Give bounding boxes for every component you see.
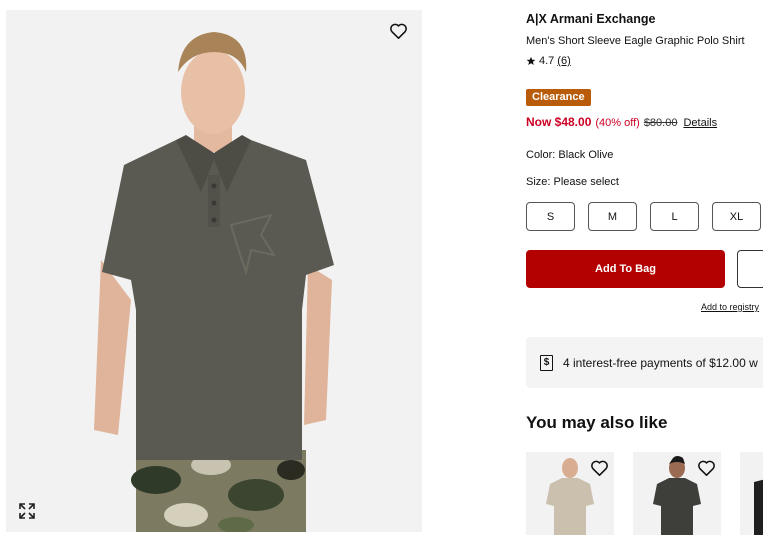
recommendation-card[interactable] <box>740 452 763 535</box>
clearance-badge: Clearance <box>526 89 591 106</box>
price-block: Now $48.00 (40% off) $80.00 Details <box>526 115 717 129</box>
size-option-s[interactable]: S <box>526 202 575 231</box>
recommendation-card[interactable] <box>526 452 614 535</box>
product-image <box>6 10 422 532</box>
review-count-link[interactable]: (6) <box>557 55 570 67</box>
original-price: $80.00 <box>643 117 678 129</box>
rating-value: 4.7 <box>539 55 555 67</box>
recommendations-title: You may also like <box>526 413 668 432</box>
recommendation-favorite-button[interactable] <box>694 455 718 479</box>
expand-icon <box>19 503 35 519</box>
add-to-bag-button[interactable]: Add To Bag <box>526 250 725 288</box>
discount-percent: (40% off) <box>595 117 640 129</box>
size-label: Size: Please select <box>526 176 619 188</box>
heart-icon <box>697 460 715 476</box>
recommendation-card[interactable] <box>633 452 721 535</box>
star-icon <box>526 56 536 65</box>
dollar-sign-icon: $ <box>540 354 553 371</box>
sale-price: Now $48.00 <box>526 115 592 129</box>
favorite-button[interactable] <box>386 18 410 42</box>
recommendation-favorite-button[interactable] <box>587 455 611 479</box>
secondary-action-button[interactable] <box>737 250 763 288</box>
add-to-registry-link[interactable]: Add to registry <box>701 302 759 312</box>
rating[interactable]: 4.7 (6) <box>526 55 571 67</box>
expand-image-button[interactable] <box>18 502 38 522</box>
size-selector: S M L XL <box>526 202 761 231</box>
color-label: Color: Black Olive <box>526 149 614 161</box>
brand-name[interactable]: A|X Armani Exchange <box>526 12 655 26</box>
installment-text: 4 interest-free payments of $12.00 w <box>563 355 758 370</box>
size-option-xl[interactable]: XL <box>712 202 761 231</box>
heart-icon <box>389 23 407 39</box>
product-title: Men's Short Sleeve Eagle Graphic Polo Sh… <box>526 35 745 47</box>
product-image-gallery[interactable] <box>6 10 422 532</box>
recommendation-image <box>740 452 763 535</box>
heart-icon <box>590 460 608 476</box>
price-details-link[interactable]: Details <box>683 117 717 129</box>
size-option-m[interactable]: M <box>588 202 637 231</box>
product-info-panel: A|X Armani Exchange Men's Short Sleeve E… <box>526 0 763 535</box>
installment-payment-banner: $ 4 interest-free payments of $12.00 w <box>526 337 763 388</box>
size-option-l[interactable]: L <box>650 202 699 231</box>
